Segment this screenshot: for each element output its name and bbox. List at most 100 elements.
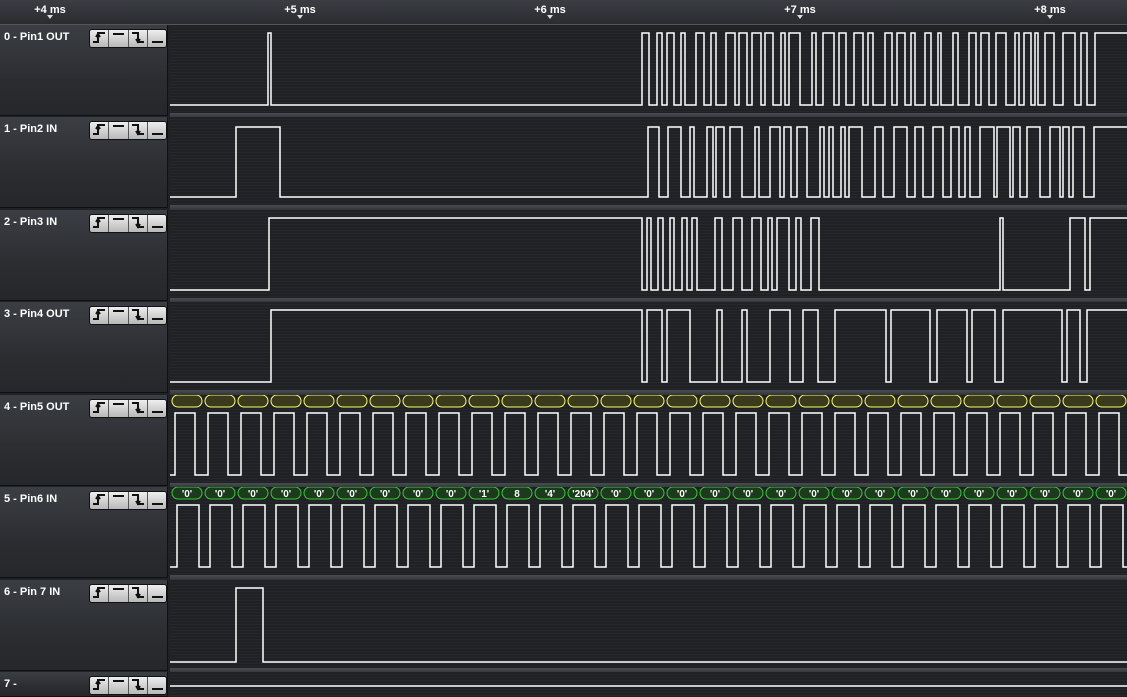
time-ruler[interactable]: +4 ms +5 ms +6 ms +7 ms +8 ms <box>0 0 1127 25</box>
falling-edge-trigger-button[interactable] <box>128 400 148 417</box>
high-level-trigger-button[interactable] <box>109 492 129 509</box>
falling-edge-trigger-button[interactable] <box>128 492 148 509</box>
high-level-icon <box>113 495 125 497</box>
high-level-trigger-button[interactable] <box>109 215 129 232</box>
signal-path <box>170 126 1127 198</box>
falling-edge-trigger-button[interactable] <box>128 585 148 602</box>
high-level-trigger-button[interactable] <box>109 307 129 324</box>
falling-edge-trigger-button[interactable] <box>128 215 148 232</box>
channel-name: 6 - Pin 7 IN <box>4 586 61 598</box>
trigger-selector <box>89 676 167 695</box>
decoded-byte-label: '0' <box>710 489 720 500</box>
waveform-area[interactable] <box>170 580 1127 671</box>
channel-name: 3 - Pin4 OUT <box>4 308 70 320</box>
clock-bubble <box>732 395 764 408</box>
channel-label-panel[interactable]: 4 - Pin5 OUT <box>0 395 168 486</box>
rising-edge-icon <box>93 587 105 598</box>
channel-label-panel[interactable]: 6 - Pin 7 IN <box>0 580 168 671</box>
waveform-trace <box>170 32 1127 106</box>
decoded-byte-label: '0' <box>1007 489 1017 500</box>
waveform-trace <box>170 395 1127 476</box>
falling-edge-icon <box>131 217 144 229</box>
high-level-trigger-button[interactable] <box>109 585 129 602</box>
waveform-area[interactable] <box>170 117 1127 208</box>
channel-label-panel[interactable]: 0 - Pin1 OUT <box>0 25 168 116</box>
high-level-icon <box>113 33 125 35</box>
falling-edge-icon <box>131 309 144 321</box>
waveform-area[interactable] <box>170 25 1127 116</box>
channel-row: 3 - Pin4 OUT <box>0 302 1127 393</box>
channel-name: 5 - Pin6 IN <box>4 493 58 505</box>
waveform-area[interactable]: '0' '0' '0' '0' '0' '0' '0' '0' '0' '1' 8 '4' '204' '… <box>170 487 1127 578</box>
clock-bubble <box>765 395 797 408</box>
low-level-trigger-button[interactable] <box>147 677 166 694</box>
channel-name: 7 - <box>4 678 17 690</box>
falling-edge-trigger-button[interactable] <box>128 30 148 47</box>
low-level-trigger-button[interactable] <box>147 585 166 602</box>
waveform-area[interactable] <box>170 210 1127 301</box>
channel-row: 5 - Pin6 IN '0' '0' '0' '0' '0' '0' '0' '0' '0' '1… <box>0 487 1127 578</box>
signal-path <box>170 309 1127 383</box>
decoded-byte-label: '0' <box>875 489 885 500</box>
high-level-trigger-button[interactable] <box>109 30 129 47</box>
rising-edge-icon <box>93 679 105 690</box>
waveform-trace <box>170 217 1127 291</box>
waveform-area[interactable] <box>170 672 1127 697</box>
falling-edge-trigger-button[interactable] <box>128 307 148 324</box>
low-level-icon <box>151 41 163 43</box>
high-level-trigger-button[interactable] <box>109 677 129 694</box>
high-level-trigger-button[interactable] <box>109 122 129 139</box>
channel-label-panel[interactable]: 1 - Pin2 IN <box>0 117 168 208</box>
clock-bubble <box>1062 395 1094 408</box>
channel-row: 4 - Pin5 OUT <box>0 395 1127 486</box>
low-level-trigger-button[interactable] <box>147 307 166 324</box>
signal-path <box>170 412 1127 476</box>
rising-edge-trigger-button[interactable] <box>90 307 110 324</box>
low-level-trigger-button[interactable] <box>147 122 166 139</box>
decoded-byte-label: '0' <box>1073 489 1083 500</box>
rising-edge-trigger-button[interactable] <box>90 400 110 417</box>
channel-label-panel[interactable]: 2 - Pin3 IN <box>0 210 168 301</box>
falling-edge-icon <box>131 494 144 506</box>
low-level-trigger-button[interactable] <box>147 400 166 417</box>
falling-edge-trigger-button[interactable] <box>128 122 148 139</box>
waveform-trace <box>170 587 1127 663</box>
low-level-icon <box>151 226 163 228</box>
clock-bubble <box>237 395 269 408</box>
waveform-area[interactable] <box>170 302 1127 393</box>
channel-row: 1 - Pin2 IN <box>0 117 1127 208</box>
decoded-byte-label: '204' <box>572 489 593 500</box>
tick-marker-icon <box>297 15 303 19</box>
decoded-byte-label: '0' <box>413 489 423 500</box>
clock-bubble <box>369 395 401 408</box>
decoded-byte-label: '0' <box>314 489 324 500</box>
clock-bubble <box>633 395 665 408</box>
clock-bubble <box>930 395 962 408</box>
trigger-selector <box>89 584 167 603</box>
signal-path <box>170 504 1127 568</box>
high-level-icon <box>113 310 125 312</box>
clock-bubble <box>963 395 995 408</box>
low-level-trigger-button[interactable] <box>147 30 166 47</box>
rising-edge-trigger-button[interactable] <box>90 677 110 694</box>
high-level-icon <box>113 403 125 405</box>
falling-edge-trigger-button[interactable] <box>128 677 148 694</box>
clock-bubble <box>897 395 929 408</box>
low-level-trigger-button[interactable] <box>147 492 166 509</box>
rising-edge-trigger-button[interactable] <box>90 215 110 232</box>
rising-edge-trigger-button[interactable] <box>90 30 110 47</box>
rising-edge-trigger-button[interactable] <box>90 492 110 509</box>
high-level-trigger-button[interactable] <box>109 400 129 417</box>
high-level-icon <box>113 680 125 682</box>
waveform-area[interactable] <box>170 395 1127 486</box>
rising-edge-trigger-button[interactable] <box>90 122 110 139</box>
decoded-byte-label: '0' <box>809 489 819 500</box>
clock-bubble <box>435 395 467 408</box>
decoded-byte-label: '0' <box>644 489 654 500</box>
low-level-trigger-button[interactable] <box>147 215 166 232</box>
channel-label-panel[interactable]: 5 - Pin6 IN <box>0 487 168 578</box>
rising-edge-trigger-button[interactable] <box>90 585 110 602</box>
channel-label-panel[interactable]: 3 - Pin4 OUT <box>0 302 168 393</box>
channel-label-panel[interactable]: 7 - <box>0 672 168 697</box>
clock-bubble <box>204 395 236 408</box>
